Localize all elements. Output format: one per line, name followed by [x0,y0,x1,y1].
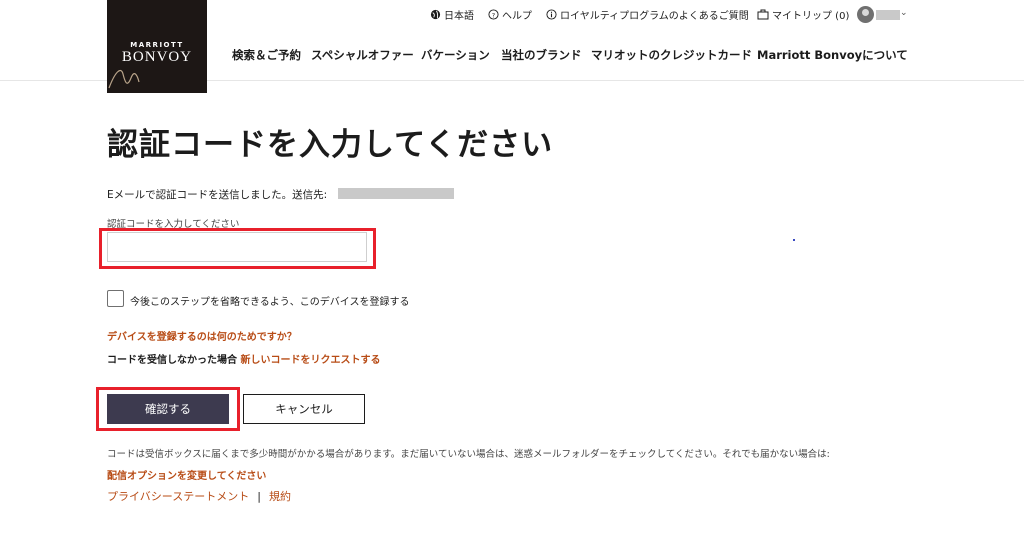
terms-link[interactable]: 規約 [269,488,291,504]
delivery-delay-note: コードは受信ボックスに届くまで多少時間がかかる場合があります。まだ届いていない場… [107,449,830,460]
why-register-device-link[interactable]: デバイスを登録するのは何のためですか？ [107,328,297,343]
user-avatar[interactable] [857,6,874,23]
request-new-code-link[interactable]: 新しいコードをリクエストする [240,355,380,366]
code-not-received-row: コードを受信しなかった場合 新しいコードをリクエストする [107,351,380,366]
remember-device-checkbox[interactable] [107,290,124,307]
code-not-received-text: コードを受信しなかった場合 [107,355,237,366]
suitcase-icon [757,9,769,20]
info-circle-icon [546,9,557,20]
site-header: MARRIOTT BONVOY 日本語 ? ヘルプ ロイヤルティプログラムのよく… [0,0,1024,93]
confirm-button[interactable]: 確認する [107,394,229,424]
nav-search-booking[interactable]: 検索＆ご予約 [232,47,301,63]
code-input-label: 認証コードを入力してください [107,219,240,230]
language-selector[interactable]: 日本語 [430,7,474,22]
nav-vacations[interactable]: バケーション [421,47,490,63]
change-delivery-options-link[interactable]: 配信オプションを変更してください [107,467,266,482]
nav-special-offers[interactable]: スペシャルオファー [311,47,414,63]
redacted-email-address [338,188,454,199]
loyalty-faq-link[interactable]: ロイヤルティプログラムのよくあるご質問 [546,7,749,22]
footer-links: プライバシーステートメント | 規約 [107,488,291,504]
help-link[interactable]: ? ヘルプ [488,7,532,22]
globe-icon [430,9,441,20]
my-trips-link[interactable]: マイトリップ (0) [757,7,849,22]
svg-text:?: ? [492,11,495,19]
logo-swash-graphic [108,69,140,89]
page-title: 認証コードを入力してください [107,127,554,163]
nav-about-bonvoy[interactable]: Marriott Bonvoyについて [757,47,908,63]
marriott-bonvoy-logo[interactable]: MARRIOTT BONVOY [107,0,207,93]
redacted-user-name [876,10,900,20]
nav-our-brands[interactable]: 当社のブランド [501,47,582,63]
remember-device-label[interactable]: 今後このステップを省略できるよう、このデバイスを登録する [130,293,410,308]
footer-separator: | [257,489,261,503]
cancel-button[interactable]: キャンセル [243,394,365,424]
chevron-down-icon[interactable]: ⌄ [900,8,908,18]
question-circle-icon: ? [488,9,499,20]
verification-code-input[interactable] [107,232,367,262]
stray-dot [793,239,795,241]
code-sent-message: Eメールで認証コードを送信しました。送信先: [107,189,328,201]
privacy-statement-link[interactable]: プライバシーステートメント [107,488,249,504]
nav-credit-card[interactable]: マリオットのクレジットカード [591,47,752,63]
